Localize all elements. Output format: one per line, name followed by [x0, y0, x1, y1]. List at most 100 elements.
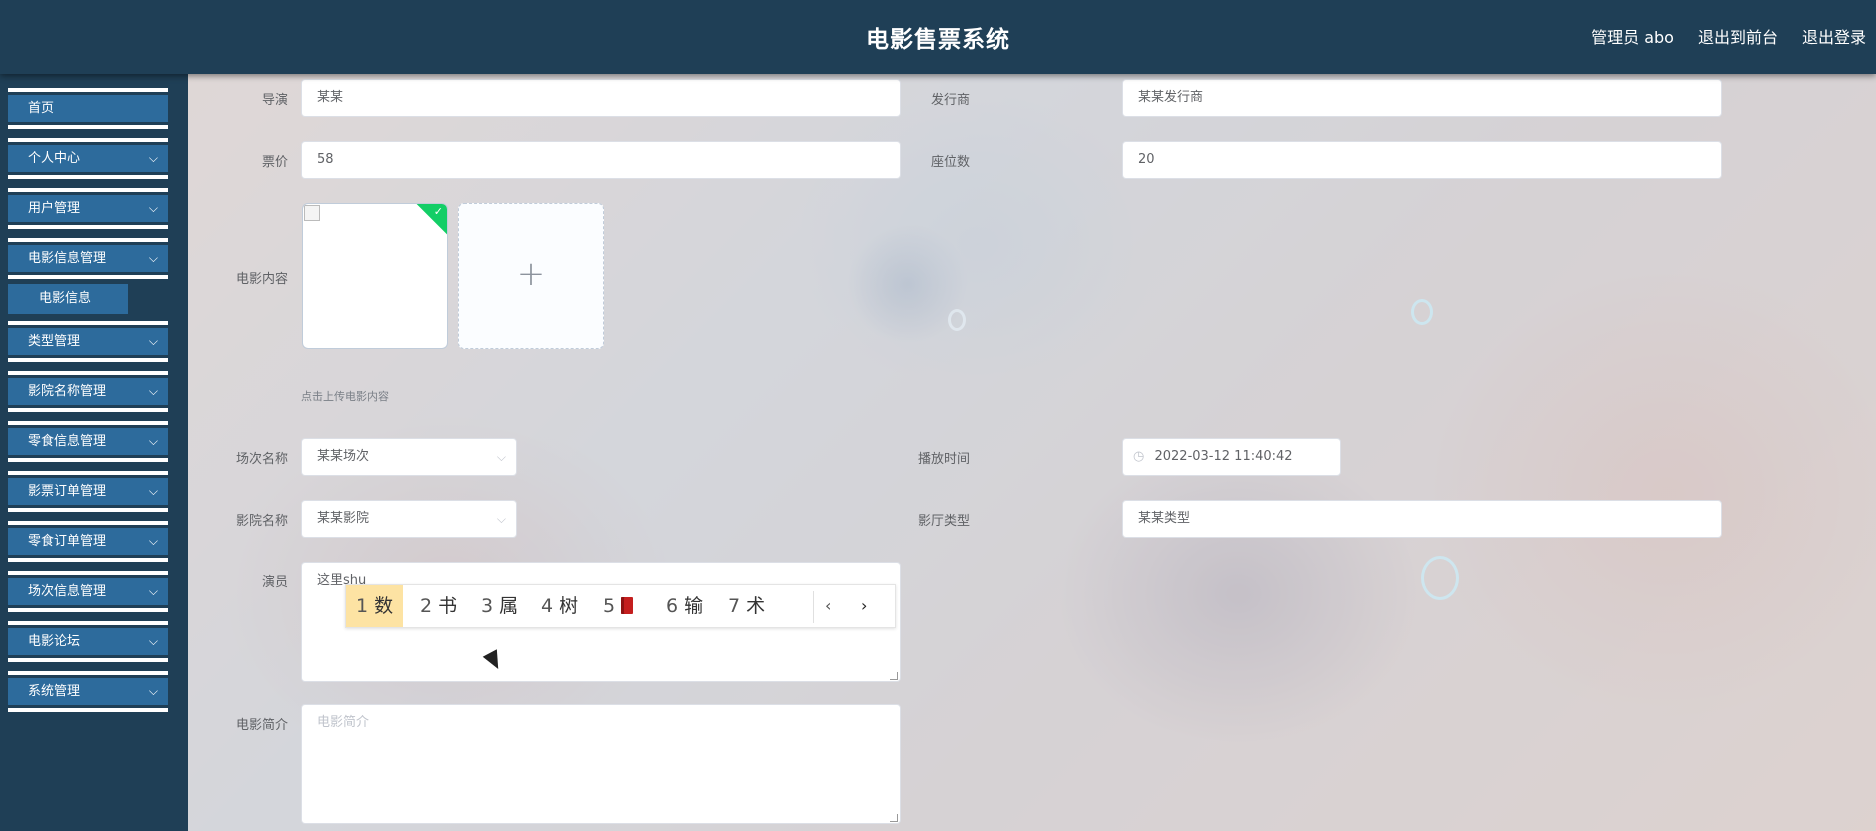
session-name-label: 场次名称 [235, 452, 288, 467]
chevron-down-icon: ⌵ [148, 484, 158, 498]
sidebar-item-personal-center[interactable]: 个人中心 ⌵ [8, 138, 168, 179]
menu-divider [8, 458, 168, 462]
ime-candidate-4[interactable]: 4树 [541, 585, 578, 627]
menu-divider [8, 521, 168, 525]
session-name-value: 某某场次 [317, 449, 370, 464]
sidebar-item-label: 电影信息管理 [28, 251, 107, 266]
menu-divider [8, 371, 168, 375]
menu-divider [8, 188, 168, 192]
hall-type-label: 影厅类型 [917, 514, 970, 529]
chevron-down-icon: ⌵ [148, 201, 158, 215]
resize-handle[interactable] [890, 672, 898, 680]
sidebar-item-snack-info-management[interactable]: 零食信息管理 ⌵ [8, 421, 168, 462]
header-nav: 管理员 abo 退出到前台 退出登录 [1591, 24, 1866, 48]
ime-candidate-5[interactable]: 5 [603, 585, 634, 627]
ime-next-page-icon[interactable]: › [861, 585, 867, 627]
menu-divider [8, 608, 168, 612]
ime-candidate-6[interactable]: 6输 [666, 585, 703, 627]
menu-divider [8, 125, 168, 129]
menu-divider [8, 671, 168, 675]
sidebar-item-label: 类型管理 [28, 334, 81, 349]
intro-label: 电影简介 [235, 718, 288, 733]
intro-placeholder: 电影简介 [317, 715, 370, 730]
sidebar-item-user-management[interactable]: 用户管理 ⌵ [8, 188, 168, 229]
publisher-label: 发行商 [930, 93, 970, 108]
chevron-down-icon: ⌵ [148, 584, 158, 598]
ime-candidate-2[interactable]: 2书 [420, 585, 457, 627]
menu-divider [8, 358, 168, 362]
upload-add-button[interactable]: + [458, 203, 604, 349]
sidebar-item-label: 个人中心 [28, 151, 81, 166]
menu-divider [8, 275, 168, 279]
play-time-value: 2022-03-12 11:40:42 [1154, 449, 1293, 464]
uploaded-image-thumbnail[interactable]: ✓ [302, 203, 448, 349]
actors-label: 演员 [261, 575, 288, 590]
ime-candidate-3[interactable]: 3属 [481, 585, 518, 627]
admin-user-label[interactable]: 管理员 abo [1591, 24, 1674, 48]
menu-divider [8, 175, 168, 179]
plus-icon: + [516, 254, 546, 294]
upload-success-badge [415, 204, 447, 236]
sidebar-item-movie-info-management[interactable]: 电影信息管理 ⌵ [8, 238, 168, 279]
top-header: 电影售票系统 管理员 abo 退出到前台 退出登录 [0, 0, 1876, 74]
sidebar-item-system-management[interactable]: 系统管理 ⌵ [8, 671, 168, 712]
seats-input[interactable]: 20 [1122, 141, 1722, 179]
book-emoji-icon [621, 597, 634, 614]
exit-to-front-link[interactable]: 退出到前台 [1698, 24, 1778, 48]
director-label: 导演 [261, 93, 288, 108]
ime-candidate-7[interactable]: 7术 [728, 585, 765, 627]
sidebar-item-home[interactable]: 首页 [8, 88, 168, 129]
chevron-down-icon: ⌵ [148, 151, 158, 165]
chevron-down-icon: ⌵ [148, 684, 158, 698]
play-time-label: 播放时间 [917, 452, 970, 467]
chevron-down-icon: ⌵ [148, 334, 158, 348]
seats-label: 座位数 [930, 155, 970, 170]
sidebar-item-movie-forum[interactable]: 电影论坛 ⌵ [8, 621, 168, 662]
director-input[interactable]: 某某 [301, 79, 901, 117]
cinema-name-label: 影院名称 [235, 514, 288, 529]
menu-divider [8, 571, 168, 575]
ime-candidate-window: 1数 2书 3属 4树 5 6输 7术 ‹ › [345, 584, 896, 628]
sidebar-item-session-info-management[interactable]: 场次信息管理 ⌵ [8, 571, 168, 612]
price-label: 票价 [261, 155, 288, 170]
sidebar-subitem-movie-info[interactable]: 电影信息 [8, 284, 128, 314]
main-content[interactable]: 导演 某某 发行商 某某发行商 票价 58 座位数 20 电影内容 ✓ + 点击… [188, 74, 1876, 831]
sidebar-item-label: 影院名称管理 [28, 384, 107, 399]
session-name-select[interactable]: 某某场次 ⌵ [301, 438, 517, 476]
sidebar-item-cinema-name-management[interactable]: 影院名称管理 ⌵ [8, 371, 168, 412]
menu-divider [8, 138, 168, 142]
sidebar-item-label: 零食信息管理 [28, 434, 107, 449]
menu-divider [8, 621, 168, 625]
chevron-down-icon: ⌵ [496, 450, 506, 464]
sidebar-item-snack-order-management[interactable]: 零食订单管理 ⌵ [8, 521, 168, 562]
resize-handle[interactable] [890, 814, 898, 822]
sidebar-item-type-management[interactable]: 类型管理 ⌵ [8, 321, 168, 362]
chevron-down-icon: ⌵ [148, 534, 158, 548]
sidebar-item-ticket-order-management[interactable]: 影票订单管理 ⌵ [8, 471, 168, 512]
chevron-down-icon: ⌵ [496, 512, 506, 526]
menu-divider [8, 238, 168, 242]
chevron-down-icon: ⌵ [148, 251, 158, 265]
sidebar-item-label: 首页 [28, 101, 55, 116]
cinema-name-value: 某某影院 [317, 511, 370, 526]
play-time-picker[interactable]: ◷ 2022-03-12 11:40:42 [1122, 438, 1341, 476]
price-input[interactable]: 58 [301, 141, 901, 179]
menu-divider [8, 508, 168, 512]
sidebar-item-label: 场次信息管理 [28, 584, 107, 599]
chevron-down-icon: ⌵ [148, 384, 158, 398]
menu-divider [8, 658, 168, 662]
intro-textarea[interactable]: 电影简介 [301, 704, 901, 824]
ime-candidate-1[interactable]: 1数 [346, 585, 404, 627]
cinema-name-select[interactable]: 某某影院 ⌵ [301, 500, 517, 538]
menu-divider [8, 558, 168, 562]
check-icon: ✓ [433, 205, 443, 218]
logout-link[interactable]: 退出登录 [1802, 24, 1866, 48]
hall-type-input[interactable]: 某某类型 [1122, 500, 1722, 538]
menu-divider [8, 708, 168, 712]
clock-icon: ◷ [1133, 449, 1145, 464]
broken-image-icon [304, 205, 320, 221]
ime-prev-page-icon[interactable]: ‹ [825, 585, 831, 627]
menu-divider [8, 471, 168, 475]
publisher-input[interactable]: 某某发行商 [1122, 79, 1722, 117]
sidebar-item-label: 用户管理 [28, 201, 81, 216]
